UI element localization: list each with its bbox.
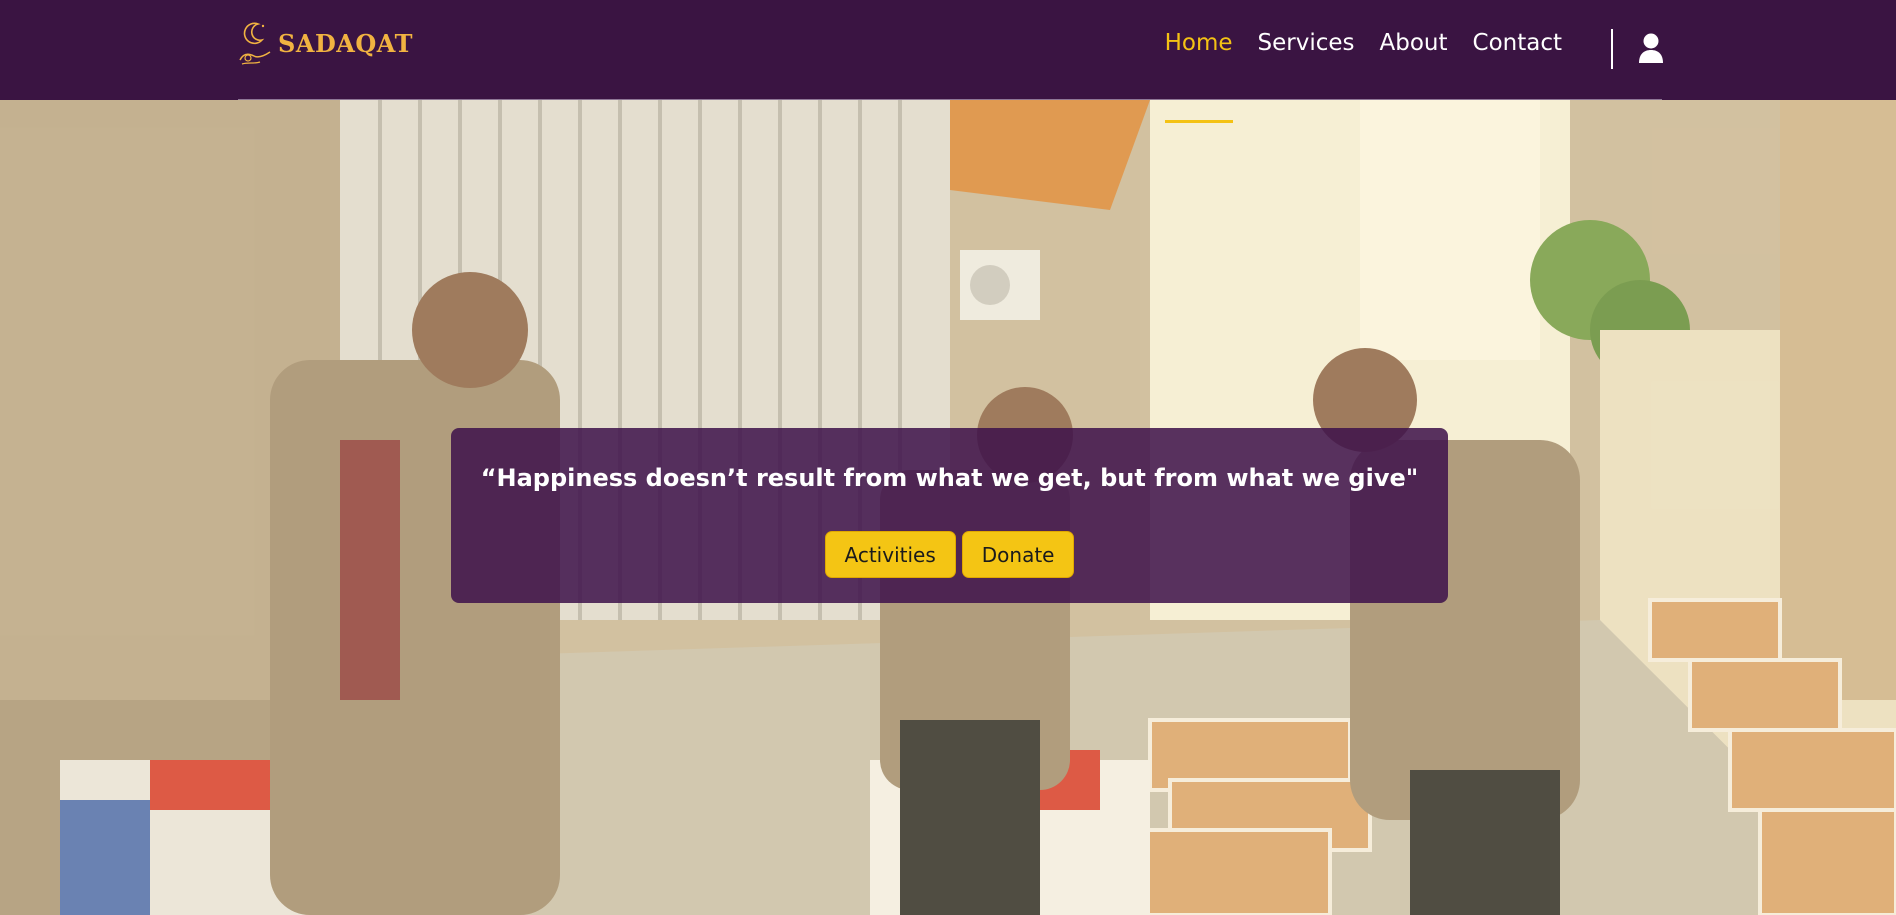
activities-button[interactable]: Activities	[824, 531, 956, 578]
crescent-hand-logo-icon	[239, 22, 271, 65]
nav-divider	[1611, 29, 1613, 69]
top-navbar: SADAQAT Home Services About Contact	[0, 0, 1896, 123]
nav-about[interactable]: About	[1380, 30, 1448, 66]
main-nav: Home Services About Contact	[1164, 30, 1562, 123]
user-icon	[1639, 33, 1663, 63]
donate-button[interactable]: Donate	[961, 531, 1075, 578]
cta-button-group: Activities Donate	[451, 531, 1448, 578]
hero-section: “Happiness doesn’t result from what we g…	[0, 100, 1896, 915]
quote-card: “Happiness doesn’t result from what we g…	[451, 428, 1448, 603]
nav-contact[interactable]: Contact	[1473, 30, 1562, 66]
user-account-button[interactable]	[1636, 32, 1666, 64]
nav-services[interactable]: Services	[1258, 30, 1355, 66]
brand-logo[interactable]: SADAQAT	[236, 18, 413, 68]
hero-quote: “Happiness doesn’t result from what we g…	[480, 464, 1419, 492]
nav-home[interactable]: Home	[1164, 30, 1233, 123]
brand-name: SADAQAT	[278, 28, 413, 58]
